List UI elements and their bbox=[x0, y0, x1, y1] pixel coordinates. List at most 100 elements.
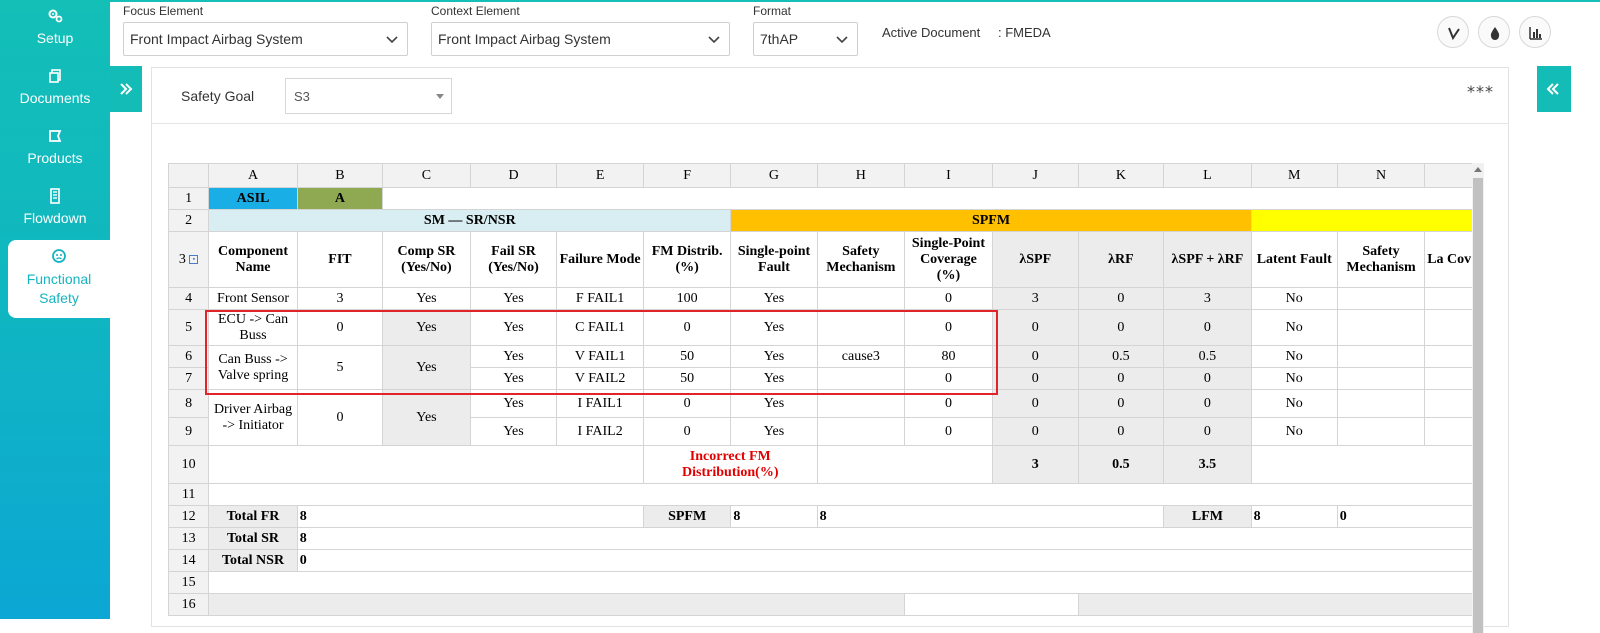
row-header[interactable]: 5 bbox=[168, 309, 210, 346]
header-cell[interactable]: λRF bbox=[1077, 231, 1165, 288]
row-header[interactable]: 8 bbox=[168, 389, 210, 418]
table-cell[interactable]: Yes bbox=[469, 345, 558, 368]
table-cell[interactable]: Yes bbox=[730, 367, 818, 390]
header-cell[interactable]: λSPF + λRF bbox=[1163, 231, 1252, 288]
row-header[interactable]: 6 bbox=[168, 345, 210, 368]
asil-label-cell[interactable]: ASIL bbox=[208, 187, 298, 210]
column-header[interactable]: F bbox=[642, 163, 732, 188]
row-header[interactable]: 10 bbox=[168, 445, 210, 484]
total-fr-label[interactable]: Total FR bbox=[208, 505, 298, 528]
table-cell[interactable]: I FAIL2 bbox=[556, 417, 644, 446]
fm-distribution-warning[interactable]: Incorrect FM Distribution(%) bbox=[642, 445, 818, 484]
table-cell[interactable] bbox=[208, 593, 906, 616]
table-cell[interactable]: Yes bbox=[469, 367, 558, 390]
table-cell[interactable]: 0 bbox=[1077, 287, 1165, 310]
table-cell[interactable]: 80 bbox=[904, 345, 993, 368]
table-cell[interactable]: Yes bbox=[730, 345, 818, 368]
vine-button[interactable] bbox=[1437, 16, 1469, 48]
table-cell[interactable] bbox=[1077, 593, 1484, 616]
scroll-up-icon[interactable] bbox=[1474, 167, 1482, 172]
table-cell[interactable]: 0 bbox=[991, 345, 1079, 368]
table-cell[interactable]: 0 bbox=[1077, 309, 1165, 346]
table-cell[interactable]: 0 bbox=[1163, 389, 1252, 418]
drop-button[interactable] bbox=[1478, 16, 1510, 48]
table-cell[interactable]: 0 bbox=[1163, 309, 1252, 346]
more-options-button[interactable]: *** bbox=[1467, 82, 1494, 101]
table-cell[interactable]: Yes bbox=[730, 417, 818, 446]
header-cell[interactable]: Single-point Fault bbox=[730, 231, 818, 288]
table-cell[interactable]: V FAIL1 bbox=[556, 345, 644, 368]
table-cell[interactable]: V FAIL2 bbox=[556, 367, 644, 390]
table-cell[interactable]: Yes bbox=[382, 345, 471, 390]
spfm-value-2[interactable]: 8 bbox=[816, 505, 1165, 528]
table-cell[interactable] bbox=[1336, 309, 1426, 346]
row-header[interactable]: 12 bbox=[168, 505, 210, 528]
row-header[interactable]: 13 bbox=[168, 527, 210, 550]
table-cell[interactable]: cause3 bbox=[816, 345, 906, 368]
table-cell[interactable]: 3 bbox=[991, 445, 1079, 484]
header-cell[interactable]: FIT bbox=[296, 231, 384, 288]
table-cell[interactable]: 0 bbox=[904, 287, 993, 310]
table-cell[interactable]: 50 bbox=[642, 367, 732, 390]
table-cell[interactable]: 3.5 bbox=[1163, 445, 1252, 484]
header-cell[interactable]: Failure Mode bbox=[556, 231, 644, 288]
table-cell[interactable]: F FAIL1 bbox=[556, 287, 644, 310]
table-cell[interactable] bbox=[904, 593, 1079, 616]
header-cell[interactable]: Latent Fault bbox=[1250, 231, 1338, 288]
column-header[interactable]: D bbox=[469, 163, 558, 188]
header-cell[interactable]: FM Distrib. (%) bbox=[642, 231, 732, 288]
row-header[interactable]: 4 bbox=[168, 287, 210, 310]
table-cell[interactable] bbox=[816, 309, 906, 346]
table-cell[interactable]: 0 bbox=[904, 309, 993, 346]
column-header[interactable]: N bbox=[1336, 163, 1426, 188]
row-header[interactable]: 1 bbox=[168, 187, 210, 210]
nav-products[interactable]: Products bbox=[0, 128, 110, 166]
table-cell[interactable]: 0 bbox=[991, 417, 1079, 446]
table-cell[interactable]: Yes bbox=[469, 309, 558, 346]
row-header[interactable]: 9 bbox=[168, 417, 210, 446]
table-cell[interactable]: 3 bbox=[991, 287, 1079, 310]
table-cell[interactable]: 0 bbox=[1077, 389, 1165, 418]
vertical-scrollbar[interactable] bbox=[1472, 163, 1484, 633]
column-header[interactable]: H bbox=[816, 163, 906, 188]
table-cell[interactable]: 0 bbox=[1163, 417, 1252, 446]
lfm-band-header[interactable] bbox=[1250, 209, 1484, 232]
table-cell[interactable]: No bbox=[1250, 287, 1338, 310]
table-cell[interactable]: Yes bbox=[382, 389, 471, 446]
table-cell[interactable]: Yes bbox=[469, 287, 558, 310]
table-cell[interactable]: 0 bbox=[991, 389, 1079, 418]
table-cell[interactable]: 0.5 bbox=[1163, 345, 1252, 368]
column-header[interactable]: B bbox=[296, 163, 384, 188]
table-cell[interactable]: 0 bbox=[1077, 367, 1165, 390]
row-header[interactable]: 3 ▪ bbox=[168, 231, 210, 288]
table-cell[interactable]: No bbox=[1250, 345, 1338, 368]
header-cell[interactable]: Safety Mechanism bbox=[816, 231, 906, 288]
column-header[interactable]: C bbox=[382, 163, 471, 188]
table-cell[interactable]: 0 bbox=[642, 309, 732, 346]
chart-button[interactable] bbox=[1519, 16, 1551, 48]
row-header[interactable]: 2 bbox=[168, 209, 210, 232]
table-cell[interactable]: No bbox=[1250, 309, 1338, 346]
column-header[interactable]: A bbox=[208, 163, 298, 188]
column-header[interactable]: I bbox=[904, 163, 993, 188]
corner-cell[interactable] bbox=[168, 163, 210, 188]
scrollbar-thumb[interactable] bbox=[1473, 178, 1483, 633]
expand-left-button[interactable] bbox=[110, 66, 142, 112]
table-cell[interactable]: 0 bbox=[296, 389, 384, 446]
table-cell[interactable]: 0.5 bbox=[1077, 345, 1165, 368]
safety-goal-select[interactable]: S3 bbox=[285, 78, 452, 114]
table-cell[interactable]: 0 bbox=[1163, 367, 1252, 390]
table-cell[interactable]: 5 bbox=[296, 345, 384, 390]
spfm-value[interactable]: 8 bbox=[730, 505, 818, 528]
column-header[interactable]: J bbox=[991, 163, 1079, 188]
row-header[interactable]: 11 bbox=[168, 483, 210, 506]
table-cell[interactable]: Yes bbox=[730, 287, 818, 310]
header-cell[interactable]: Single-Point Coverage (%) bbox=[904, 231, 993, 288]
nav-flowdown[interactable]: Flowdown bbox=[0, 188, 110, 226]
table-cell[interactable]: C FAIL1 bbox=[556, 309, 644, 346]
table-cell[interactable]: 0 bbox=[904, 417, 993, 446]
table-cell[interactable]: Yes bbox=[382, 309, 471, 346]
table-cell[interactable]: Yes bbox=[730, 309, 818, 346]
table-cell[interactable] bbox=[208, 483, 1484, 506]
table-cell[interactable]: Can Buss -> Valve spring bbox=[208, 345, 298, 390]
